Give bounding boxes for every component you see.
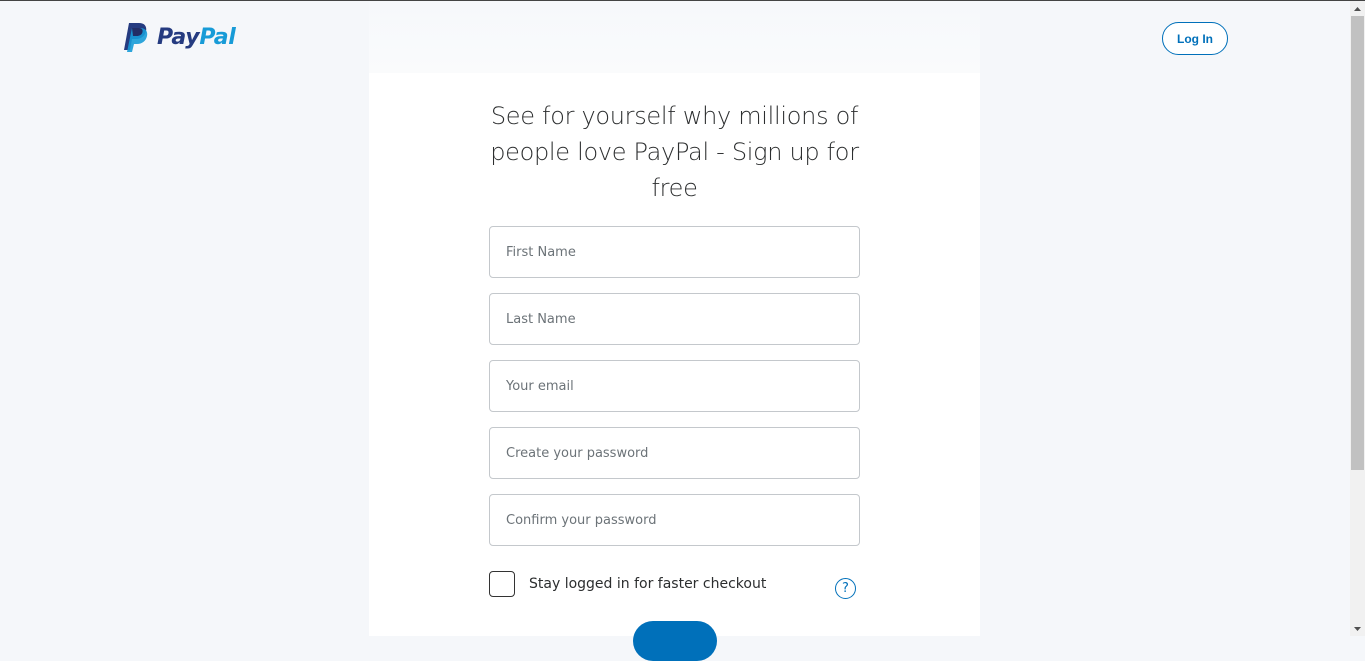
log-in-button[interactable]: Log In [1162, 22, 1228, 55]
scroll-up-arrow-icon[interactable] [1350, 1, 1365, 16]
logo-text-pay: Pay [157, 24, 200, 50]
stay-logged-in-checkbox[interactable] [489, 571, 515, 597]
logo-text-pal: Pal [199, 24, 236, 50]
first-name-field[interactable] [489, 226, 860, 278]
password-field[interactable] [489, 427, 860, 479]
page-title: See for yourself why millions of people … [490, 102, 859, 202]
stay-logged-in-label[interactable]: Stay logged in for faster checkout [529, 576, 766, 592]
email-field[interactable] [489, 360, 860, 412]
confirm-password-input[interactable] [490, 495, 859, 545]
first-name-input[interactable] [490, 227, 859, 277]
email-input[interactable] [490, 361, 859, 411]
signup-card: See for yourself why millions of people … [369, 73, 980, 661]
paypal-logo-text: PayPal [157, 25, 236, 50]
vertical-scrollbar[interactable] [1350, 1, 1365, 636]
scroll-down-arrow-icon[interactable] [1350, 621, 1365, 636]
paypal-logo[interactable]: PayPal [122, 21, 236, 53]
last-name-field[interactable] [489, 293, 860, 345]
paypal-logo-icon [122, 22, 149, 52]
page: PayPal Log In See for yourself why milli… [0, 1, 1350, 661]
scrollbar-thumb[interactable] [1351, 16, 1364, 470]
header-background [369, 1, 980, 73]
help-icon[interactable]: ? [835, 578, 856, 599]
last-name-input[interactable] [490, 294, 859, 344]
header: PayPal Log In [0, 1, 1350, 73]
confirm-password-field[interactable] [489, 494, 860, 546]
next-button[interactable] [633, 621, 717, 661]
password-input[interactable] [490, 428, 859, 478]
